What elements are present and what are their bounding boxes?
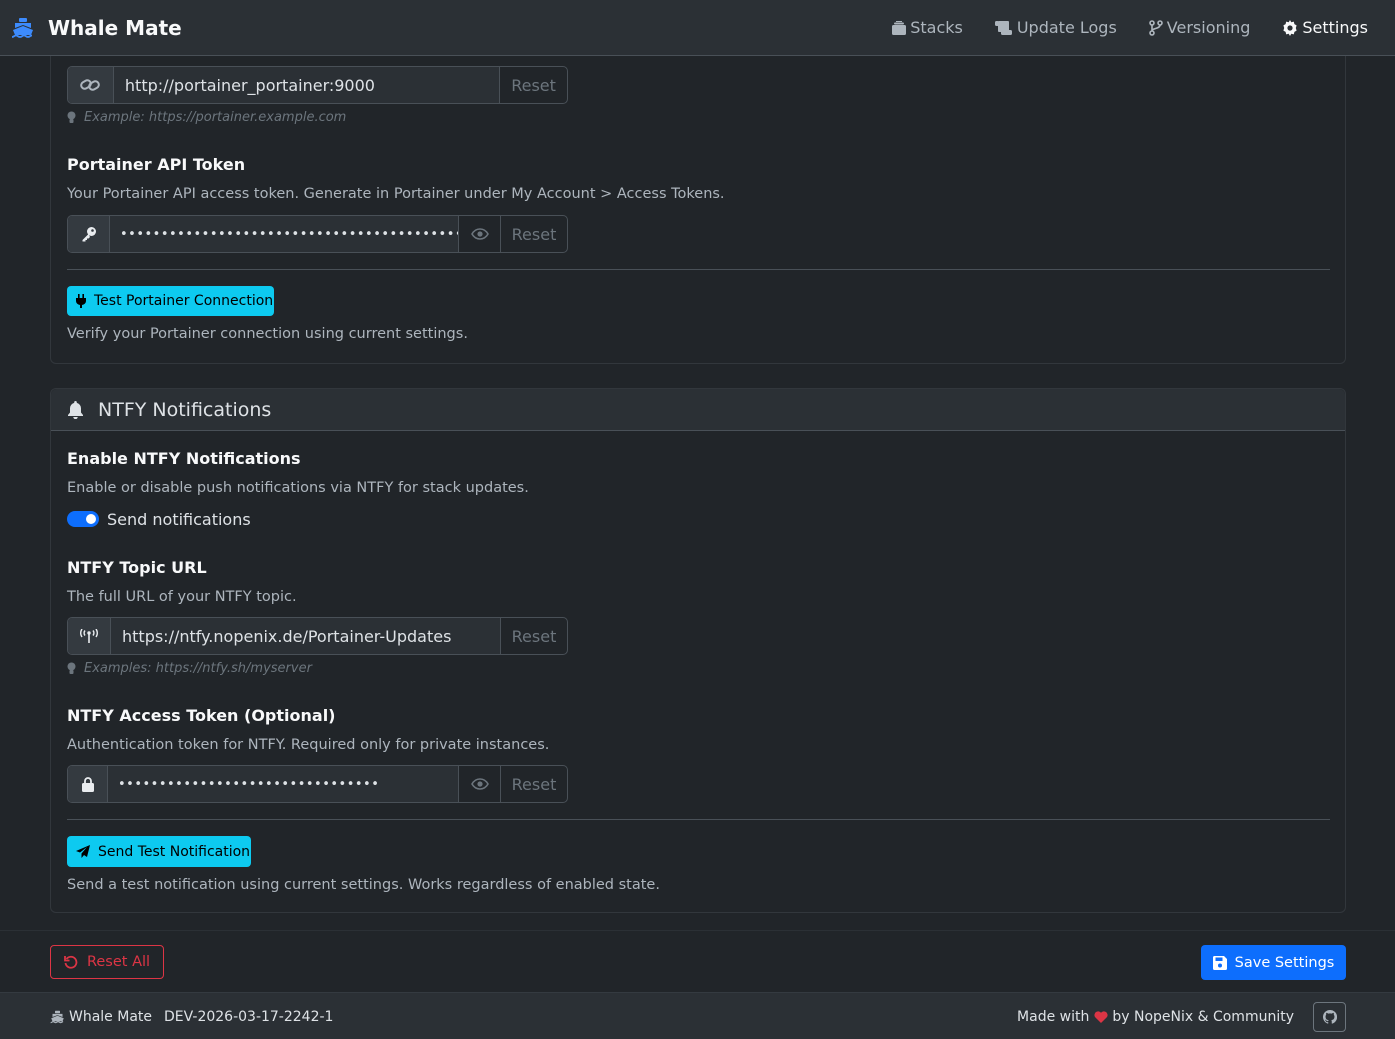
paper-plane-icon (76, 844, 90, 859)
divider (67, 269, 1330, 270)
ntfy-topic-hint: Examples: https://ntfy.sh/myserver (67, 661, 312, 676)
ntfy-token-field[interactable]: •••••••••••••••••••••••••••••••• (108, 766, 458, 802)
ship-icon (50, 1010, 65, 1024)
test-portainer-description: Verify your Portainer connection using c… (67, 326, 468, 342)
code-branch-icon (1148, 19, 1163, 36)
brand-title: Whale Mate (48, 15, 182, 40)
nav-item-label: Versioning (1166, 18, 1251, 37)
portainer-url-reset-button[interactable]: Reset (499, 67, 567, 103)
nav-item-settings[interactable]: Settings (1282, 18, 1368, 37)
settings-action-bar: Reset All Save Settings (0, 930, 1395, 992)
portainer-token-input-group: ••••••••••••••••••••••••••••••••••••••••… (67, 215, 568, 253)
ntfy-token-description: Authentication token for NTFY. Required … (67, 737, 550, 753)
test-portainer-connection-button[interactable]: Test Portainer Connection (67, 286, 274, 316)
floppy-disk-icon (1212, 955, 1227, 970)
github-icon (1322, 1010, 1337, 1024)
portainer-url-hint: Example: https://portainer.example.com (67, 110, 346, 125)
layers-icon (892, 20, 907, 35)
heart-icon (1094, 1010, 1108, 1023)
ship-icon (11, 17, 35, 39)
ntfy-card-header: NTFY Notifications (51, 389, 1345, 431)
link-icon (68, 67, 114, 103)
portainer-url-input-group: http://portainer_portainer:9000 Reset (67, 66, 568, 104)
portainer-token-description: Your Portainer API access token. Generat… (67, 186, 725, 202)
send-test-notification-button[interactable]: Send Test Notification (67, 836, 251, 867)
github-button[interactable] (1313, 1002, 1346, 1032)
ntfy-enable-label: Enable NTFY Notifications (67, 449, 301, 468)
button-label: Send Test Notification (98, 843, 251, 860)
footer-app-name: Whale Mate (69, 1008, 153, 1025)
version-label: DEV-2026-03-17-2242-1 (164, 1008, 334, 1025)
lightbulb-icon (67, 111, 76, 124)
undo-icon (64, 955, 78, 969)
hint-text: Examples: https://ntfy.sh/myserver (84, 661, 312, 676)
navbar: Whale Mate Stacks Update Logs Versioning… (0, 0, 1395, 56)
key-icon (68, 216, 110, 252)
nav-item-label: Update Logs (1016, 18, 1117, 37)
broadcast-icon (68, 618, 111, 654)
ntfy-topic-reset-button[interactable]: Reset (500, 618, 567, 654)
eye-icon[interactable] (458, 216, 500, 252)
portainer-url-field[interactable]: http://portainer_portainer:9000 (113, 67, 500, 103)
nav-item-label: Stacks (910, 18, 963, 37)
portainer-settings-card: http://portainer_portainer:9000 Reset Ex… (50, 20, 1346, 364)
ntfy-topic-description: The full URL of your NTFY topic. (67, 589, 297, 605)
ntfy-card-title: NTFY Notifications (98, 398, 272, 421)
reset-all-button[interactable]: Reset All (50, 945, 164, 979)
lightbulb-icon (67, 662, 76, 675)
button-label: Test Portainer Connection (94, 293, 274, 309)
ntfy-token-input-group: •••••••••••••••••••••••••••••••• Reset (67, 765, 568, 803)
portainer-token-field[interactable]: ••••••••••••••••••••••••••••••••••••••••… (110, 216, 458, 252)
footer-brand: Whale Mate DEV-2026-03-17-2242-1 (50, 993, 333, 1039)
footer: Whale Mate DEV-2026-03-17-2242-1 Made wi… (0, 992, 1395, 1039)
button-label: Save Settings (1234, 954, 1335, 971)
divider (67, 819, 1330, 820)
send-notifications-label: Send notifications (107, 510, 251, 529)
nav-item-label: Settings (1302, 18, 1368, 37)
hint-text: Example: https://portainer.example.com (84, 110, 347, 125)
ntfy-topic-label: NTFY Topic URL (67, 558, 207, 577)
eye-icon[interactable] (458, 766, 500, 802)
ntfy-topic-input-group: https://ntfy.nopenix.de/Portainer-Update… (67, 617, 568, 655)
by-text: by NopeNix & Community (1112, 1008, 1294, 1025)
ntfy-test-description: Send a test notification using current s… (67, 877, 660, 893)
scroll-icon (994, 20, 1013, 35)
ntfy-topic-field[interactable]: https://ntfy.nopenix.de/Portainer-Update… (111, 618, 500, 654)
made-with-text: Made with (1017, 1008, 1090, 1025)
nav-links: Stacks Update Logs Versioning Settings (860, 0, 1368, 56)
footer-credits: Made with by NopeNix & Community (1017, 993, 1294, 1039)
ntfy-settings-card: NTFY Notifications Enable NTFY Notificat… (50, 388, 1346, 913)
ntfy-token-reset-button[interactable]: Reset (500, 766, 567, 802)
bell-icon (67, 400, 84, 419)
brand[interactable]: Whale Mate (11, 16, 182, 40)
button-label: Reset All (86, 954, 151, 970)
ntfy-token-label: NTFY Access Token (Optional) (67, 706, 336, 725)
portainer-token-label: Portainer API Token (67, 155, 246, 174)
plug-icon (76, 294, 86, 308)
gear-icon (1282, 19, 1298, 36)
send-notifications-toggle[interactable] (67, 511, 99, 527)
ntfy-enable-description: Enable or disable push notifications via… (67, 480, 529, 496)
nav-item-update-logs[interactable]: Update Logs (994, 18, 1117, 37)
lock-icon (68, 766, 108, 802)
nav-item-versioning[interactable]: Versioning (1148, 18, 1251, 37)
nav-item-stacks[interactable]: Stacks (892, 18, 963, 37)
save-settings-button[interactable]: Save Settings (1201, 945, 1346, 980)
portainer-token-reset-button[interactable]: Reset (500, 216, 567, 252)
